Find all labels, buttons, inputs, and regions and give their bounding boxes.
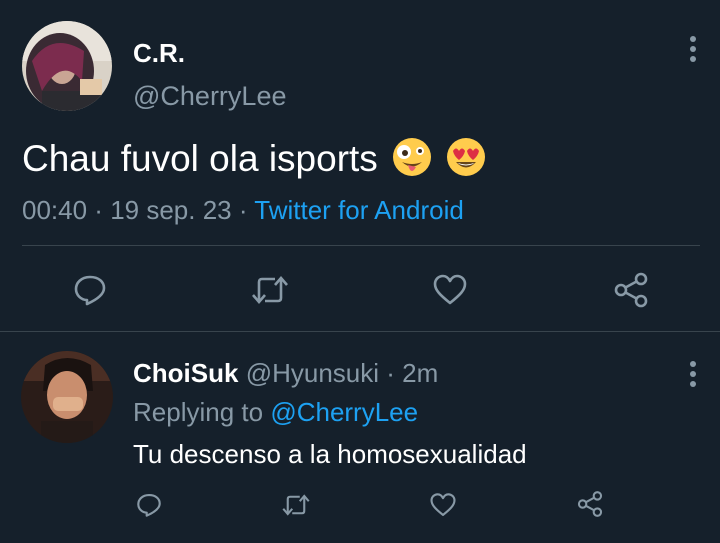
like-icon[interactable] <box>432 273 468 307</box>
reply-tweet-age: 2m <box>402 358 439 388</box>
divider <box>22 245 700 246</box>
share-icon[interactable] <box>612 271 650 309</box>
reply-tweet-display-name[interactable]: ChoiSuk <box>133 358 238 388</box>
reply-tweet-header: ChoiSuk @Hyunsuki · 2m <box>133 358 438 389</box>
more-options-icon[interactable] <box>684 34 702 64</box>
reply-tweet-handle[interactable]: @Hyunsuki <box>246 358 379 388</box>
reply-icon[interactable] <box>72 273 108 307</box>
meta-separator: · <box>87 195 111 225</box>
like-icon[interactable] <box>429 492 457 518</box>
reply-tweet-avatar[interactable] <box>21 351 113 443</box>
tweet-time: 00:40 <box>22 195 88 225</box>
heart-eyes-emoji <box>446 137 486 186</box>
main-tweet-handle[interactable]: @CherryLee <box>133 81 286 112</box>
meta-separator: · <box>231 195 255 225</box>
tweet-source-link[interactable]: Twitter for Android <box>254 195 464 225</box>
share-icon[interactable] <box>576 490 604 518</box>
divider <box>0 331 720 332</box>
replying-to: Replying to @CherryLee <box>133 397 418 428</box>
zany-face-emoji <box>392 137 432 186</box>
main-tweet-text-content: Chau fuvol ola isports <box>22 138 378 179</box>
more-options-icon[interactable] <box>684 359 702 389</box>
main-tweet-meta: 00:40 · 19 sep. 23 · Twitter for Android <box>22 195 464 226</box>
tweet-date: 19 sep. 23 <box>110 195 232 225</box>
reply-tweet-text: Tu descenso a la homosexualidad <box>133 439 527 469</box>
main-tweet-avatar[interactable] <box>22 21 112 111</box>
replying-to-handle[interactable]: @CherryLee <box>270 397 418 427</box>
meta-separator: · <box>379 358 403 388</box>
reply-icon[interactable] <box>135 492 163 518</box>
main-tweet-display-name[interactable]: C.R. <box>133 38 185 69</box>
retweet-icon[interactable] <box>281 492 311 518</box>
retweet-icon[interactable] <box>250 273 290 307</box>
main-tweet-text: Chau fuvol ola isports <box>22 137 486 186</box>
replying-to-label: Replying to <box>133 397 264 427</box>
